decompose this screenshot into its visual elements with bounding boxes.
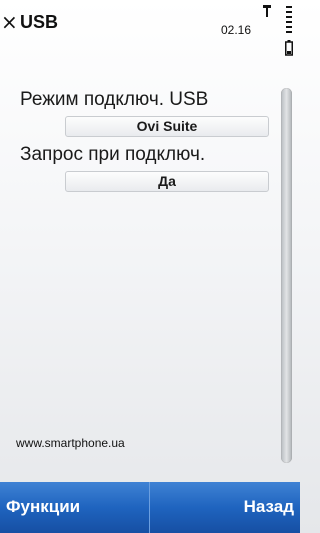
scrollbar[interactable] [281,88,292,463]
setting-value-usb-mode[interactable]: Ovi Suite [65,116,269,137]
options-softkey[interactable]: Функции [6,495,80,519]
back-softkey[interactable]: Назад [244,495,294,519]
softkey-bar: Функции Назад [0,482,300,533]
setting-value-ask-on-connect[interactable]: Да [65,171,269,192]
softkey-divider [149,482,150,533]
close-icon[interactable]: × [1,10,18,34]
setting-label-ask-on-connect[interactable]: Запрос при подключ. [20,143,205,167]
signal-bars-icon [286,6,292,33]
watermark-text: www.smartphone.ua [16,436,125,450]
app-title: USB [20,12,59,32]
setting-label-usb-mode[interactable]: Режим подключ. USB [20,88,208,112]
signal-icon [263,5,271,17]
status-bar: × USB 02.16 [0,0,300,56]
battery-icon [285,40,293,56]
clock: 02.16 [221,23,252,37]
